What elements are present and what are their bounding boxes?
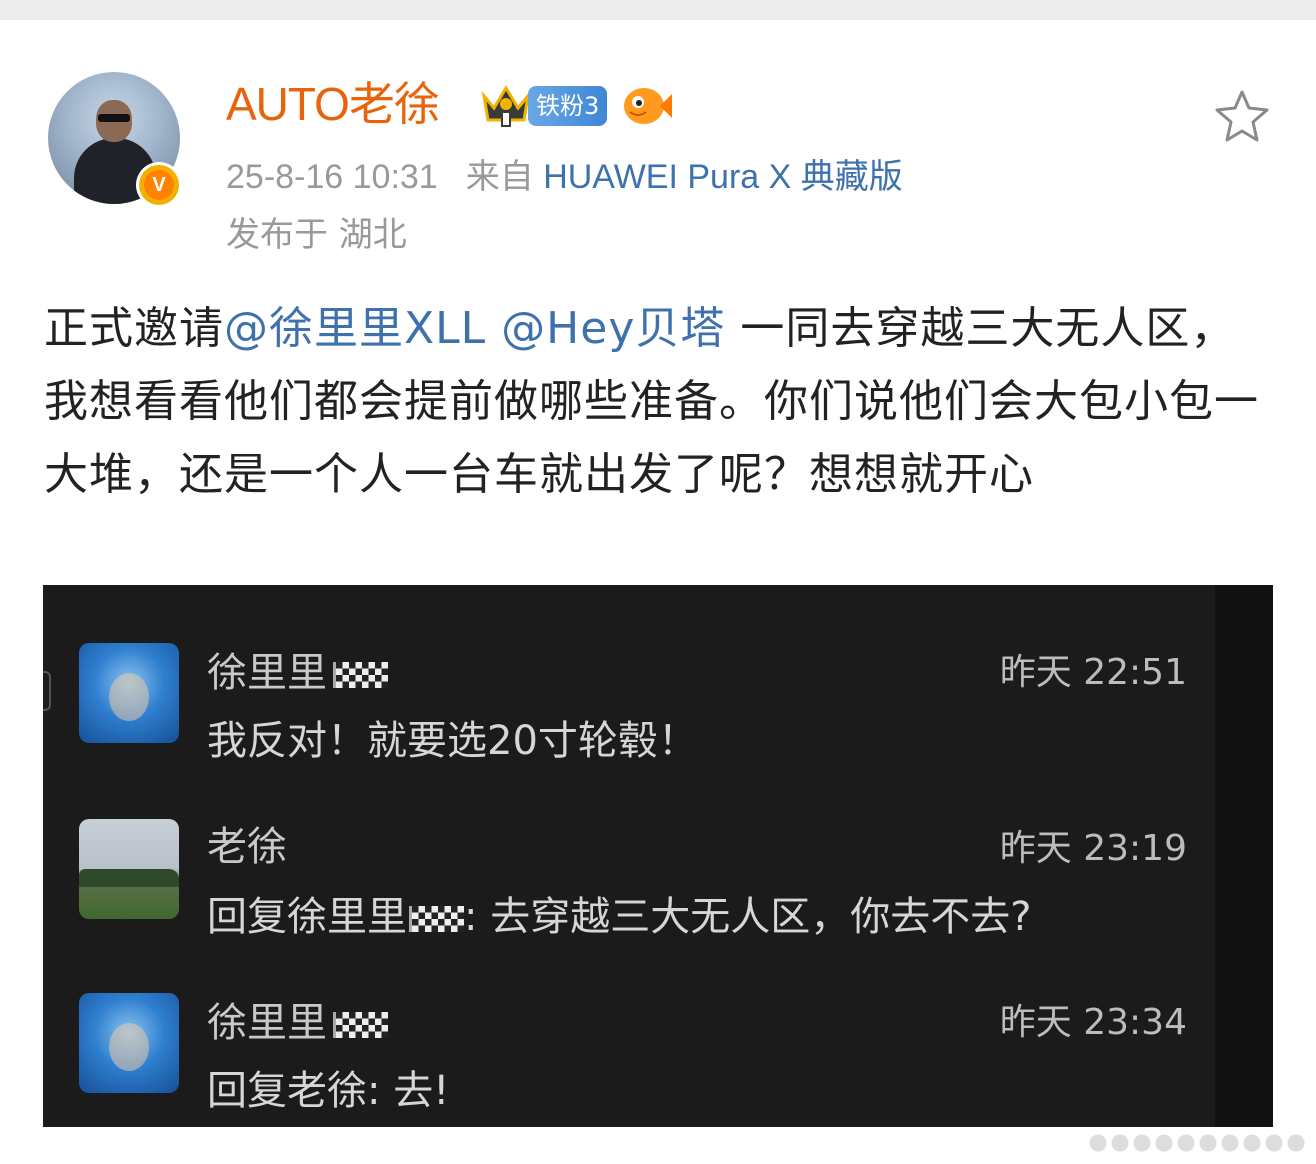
fan-level-badge[interactable]: 铁粉3 [528,86,608,126]
chat-reply-text: : 去穿越三大无人区，你去不去? [464,894,1032,940]
post-image[interactable]: 徐里里 昨天 22:51 我反对！就要选20寸轮毂！ 老徐 昨天 23:19 回… [43,585,1273,1127]
chat-avatar [79,643,179,743]
chat-text: 回复徐里里 : 去穿越三大无人区，你去不去? [207,889,1031,945]
mention-link-2[interactable]: @Hey贝塔 [501,303,725,354]
watermark [1086,1130,1306,1156]
chat-time: 昨天 22:51 [999,652,1187,693]
verified-mark: V [144,170,174,200]
post-location: 发布于 湖北 [226,215,407,255]
checkered-flag-icon [333,1012,388,1038]
chat-sender-name: 徐里里 [207,650,327,696]
checkered-flag-icon [333,662,388,688]
chat-reply-prefix: 回复徐里里 [207,894,407,940]
crown-icon [481,85,531,127]
chat-time: 昨天 23:19 [999,828,1187,869]
author-name[interactable]: AUTO老徐 [226,76,440,132]
chat-sender-name: 徐里里 [207,1000,327,1046]
fish-icon [624,88,672,124]
post-meta: 25-8-16 10:31 来自 HUAWEI Pura X 典藏版 [226,152,903,202]
chat-sender: 徐里里 [207,647,388,699]
chat-sender-name: 老徐 [207,824,287,870]
source-device-link[interactable]: HUAWEI Pura X 典藏版 [543,158,903,196]
checkered-flag-icon [409,906,464,932]
chat-avatar [79,993,179,1093]
post-text: 正式邀请@徐里里XLL @Hey贝塔 一同去穿越三大无人区，我想看看他们都会提前… [44,292,1276,511]
chat-text: 回复老徐: 去! [207,1068,450,1114]
post-text-intro: 正式邀请 [44,303,224,354]
star-icon[interactable] [1212,88,1272,144]
source-prefix: 来自 [465,158,534,196]
mention-link-1[interactable]: @徐里里XLL [224,303,486,354]
post-time: 25-8-16 10:31 [226,158,438,196]
verified-icon: V [136,162,182,208]
chat-text: 我反对！就要选20寸轮毂！ [207,718,698,764]
chat-avatar [79,819,179,919]
top-strip [0,0,1316,20]
chat-time: 昨天 23:34 [999,1002,1187,1043]
chat-sender: 徐里里 [207,997,388,1049]
